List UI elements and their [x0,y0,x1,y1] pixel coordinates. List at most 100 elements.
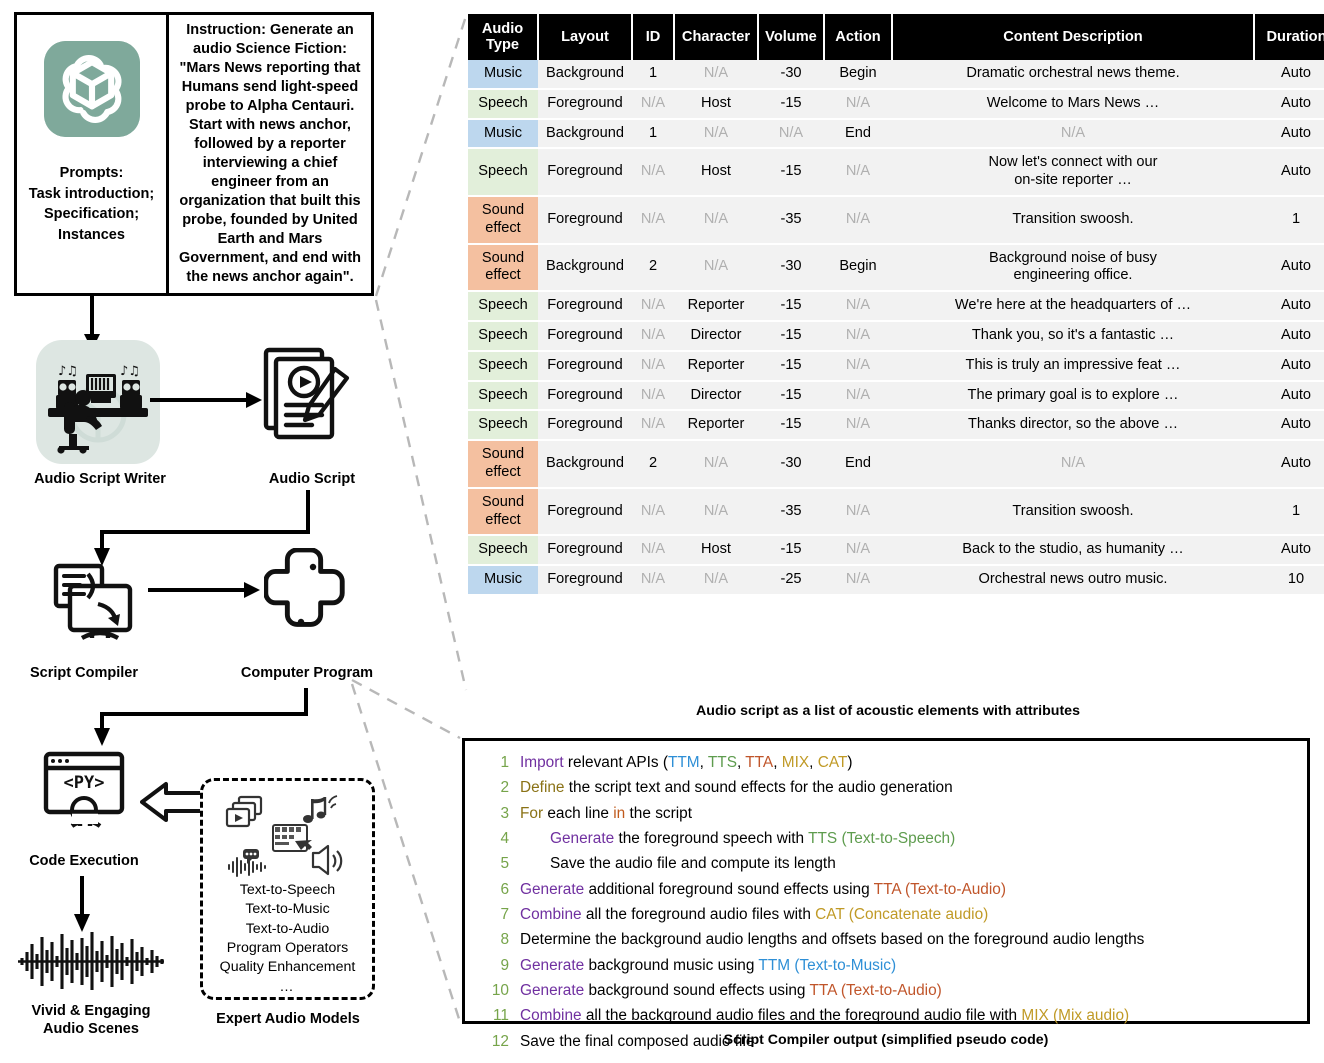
td-id: N/A [632,148,674,197]
th-duration: Duration [1254,14,1324,60]
td-audio-type: Music [468,60,538,90]
prompts-box: Prompts: Task introduction; Specificatio… [14,12,374,296]
pseudocode-line-number: 6 [500,880,509,898]
pseudocode-line: 8 Determine the background audio lengths … [475,927,1297,952]
expert-model-item: Program Operators [226,939,349,956]
td-character: N/A [674,487,758,537]
td-audio-type: Sound effect [468,243,538,293]
td-layout: Foreground [538,88,632,120]
td-audio-type: Speech [468,148,538,197]
td-volume: -15 [758,88,824,120]
pseudocode-line: 11 Combine all the background audio files… [475,1003,1297,1028]
pseudocode-line-text: Combine all the foreground audio files w… [520,905,989,923]
td-id: 1 [632,60,674,90]
td-audio-type: Speech [468,535,538,567]
table-row: Speech Foreground N/A Director -15 N/A The pri… [468,380,1324,412]
td-action: N/A [824,291,892,322]
td-character: Reporter [674,350,758,382]
waveform-icon [18,932,164,990]
table-header-row: Audio Type Layout ID Character Volume Ac… [468,14,1324,60]
td-layout: Background [538,118,632,150]
td-duration: Auto [1254,350,1324,382]
td-id: 1 [632,118,674,150]
td-duration: 10 [1254,565,1324,596]
td-layout: Foreground [538,410,632,442]
td-content: Background noise of busy engineering off… [892,243,1254,293]
td-duration: 1 [1254,195,1324,245]
td-action: N/A [824,88,892,120]
audio-script-writer-icon: ♪♫ ♪♫ [36,340,160,464]
td-character: Reporter [674,410,758,442]
td-character: N/A [674,60,758,90]
td-id: N/A [632,291,674,322]
td-character: N/A [674,440,758,489]
td-id: N/A [632,350,674,382]
table-row: Speech Foreground N/A Reporter -15 N/A Thanks … [468,410,1324,442]
th-layout: Layout [538,14,633,60]
pseudocode-line: 10 Generate background sound effects usin… [475,978,1297,1003]
td-character: N/A [674,565,758,596]
expert-model-item: Text-to-Speech [239,882,336,898]
td-audio-type: Speech [468,410,538,442]
td-volume: -15 [758,320,824,352]
pseudocode-line: 5 Save the audio file and compute its len… [475,851,1297,876]
td-layout: Foreground [538,148,632,197]
td-layout: Foreground [538,535,632,567]
table-row: Sound effect Foreground N/A N/A -35 N/A Transi… [468,195,1324,245]
td-content: Transition swoosh. [892,195,1254,245]
pseudocode-box: 1 Import relevant APIs (TTM, TTS, TTA, MI… [462,738,1310,1050]
td-layout: Background [538,60,632,90]
td-content: N/A [892,118,1254,150]
td-content: Welcome to Mars News … [892,88,1254,120]
table-row: Sound effect Background 2 N/A -30 Begin Backgr… [468,243,1324,293]
pseudocode-line-number: 2 [500,779,509,797]
td-duration: 1 [1254,487,1324,537]
td-content: Back to the studio, as humanity … [892,535,1254,567]
table-caption: Audio script as a list of acoustic eleme… [696,703,1080,719]
td-volume: -15 [758,350,824,382]
pseudocode-line-number: 9 [500,956,509,974]
td-character: Host [674,88,758,120]
expert-audio-models-box: Text-to-Speech Text-to-Music Text-to-Aud… [200,778,375,1000]
td-audio-type: Music [468,118,538,150]
pseudocode-line-text: Generate additional foreground sound eff… [520,880,1006,898]
td-volume: -30 [758,243,824,293]
td-content: The primary goal is to explore … [892,380,1254,412]
td-audio-type: Sound effect [468,487,538,537]
pseudocode-line-text: Generate background sound effects using … [520,981,942,999]
arrow-compiler-to-program [148,582,260,598]
table-row: Sound effect Background 2 N/A -30 End N/A Auto [468,440,1324,489]
td-volume: -25 [758,565,824,596]
td-layout: Foreground [538,195,632,245]
pseudocode-line-number: 8 [500,931,509,949]
pseudocode-caption: Script Compiler output (simplified pseud… [723,1032,1049,1048]
script-compiler-icon [52,560,148,652]
td-action: Begin [824,243,892,293]
td-action: N/A [824,487,892,537]
td-audio-type: Music [468,565,538,596]
td-character: Director [674,380,758,412]
td-id: 2 [632,243,674,293]
td-character: N/A [674,243,758,293]
td-content: Thank you, so it's a fantastic … [892,320,1254,352]
pseudocode-line-text: Determine the background audio lengths a… [520,931,1145,949]
pseudocode-line-text: Import relevant APIs (TTM, TTS, TTA, MIX… [520,754,853,771]
td-id: N/A [632,320,674,352]
td-layout: Foreground [538,565,632,596]
audio-script-writer-label: Audio Script Writer [34,471,166,487]
td-character: Host [674,148,758,197]
pseudocode-line-number: 3 [500,804,509,822]
td-id: N/A [632,410,674,442]
td-content: Dramatic orchestral news theme. [892,60,1254,90]
table-row: Speech Foreground N/A Host -15 N/A Now let's c… [468,148,1324,197]
td-duration: Auto [1254,243,1324,293]
td-duration: Auto [1254,380,1324,412]
td-volume: -15 [758,535,824,567]
td-content: Now let's connect with our on-site repor… [892,148,1254,197]
svg-text:♪♫: ♪♫ [58,364,78,379]
td-volume: -15 [758,291,824,322]
td-layout: Background [538,440,632,489]
td-volume: -30 [758,60,824,90]
td-action: N/A [824,350,892,382]
pseudocode-line-text: Generate the foreground speech with TTS … [550,829,956,847]
